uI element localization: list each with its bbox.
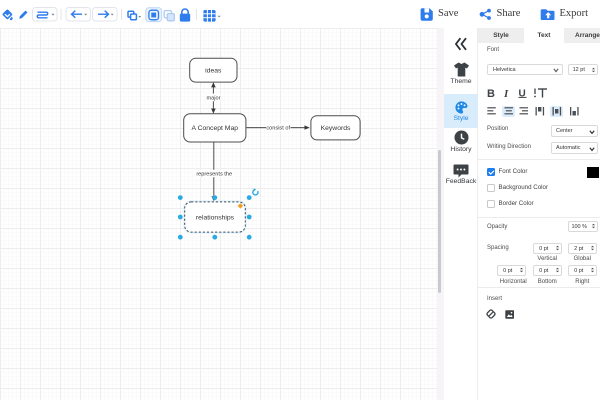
- svg-text:A Concept Map: A Concept Map: [192, 125, 239, 132]
- svg-text:consist of: consist of: [266, 126, 290, 132]
- svg-text:relationships: relationships: [196, 215, 235, 222]
- svg-text:B: B: [487, 88, 495, 99]
- svg-text:major: major: [207, 95, 221, 101]
- svg-text:Keywords: Keywords: [321, 125, 351, 132]
- svg-text:ideas: ideas: [205, 67, 222, 74]
- svg-text:I: I: [503, 88, 509, 99]
- svg-text:represents the: represents the: [196, 172, 232, 178]
